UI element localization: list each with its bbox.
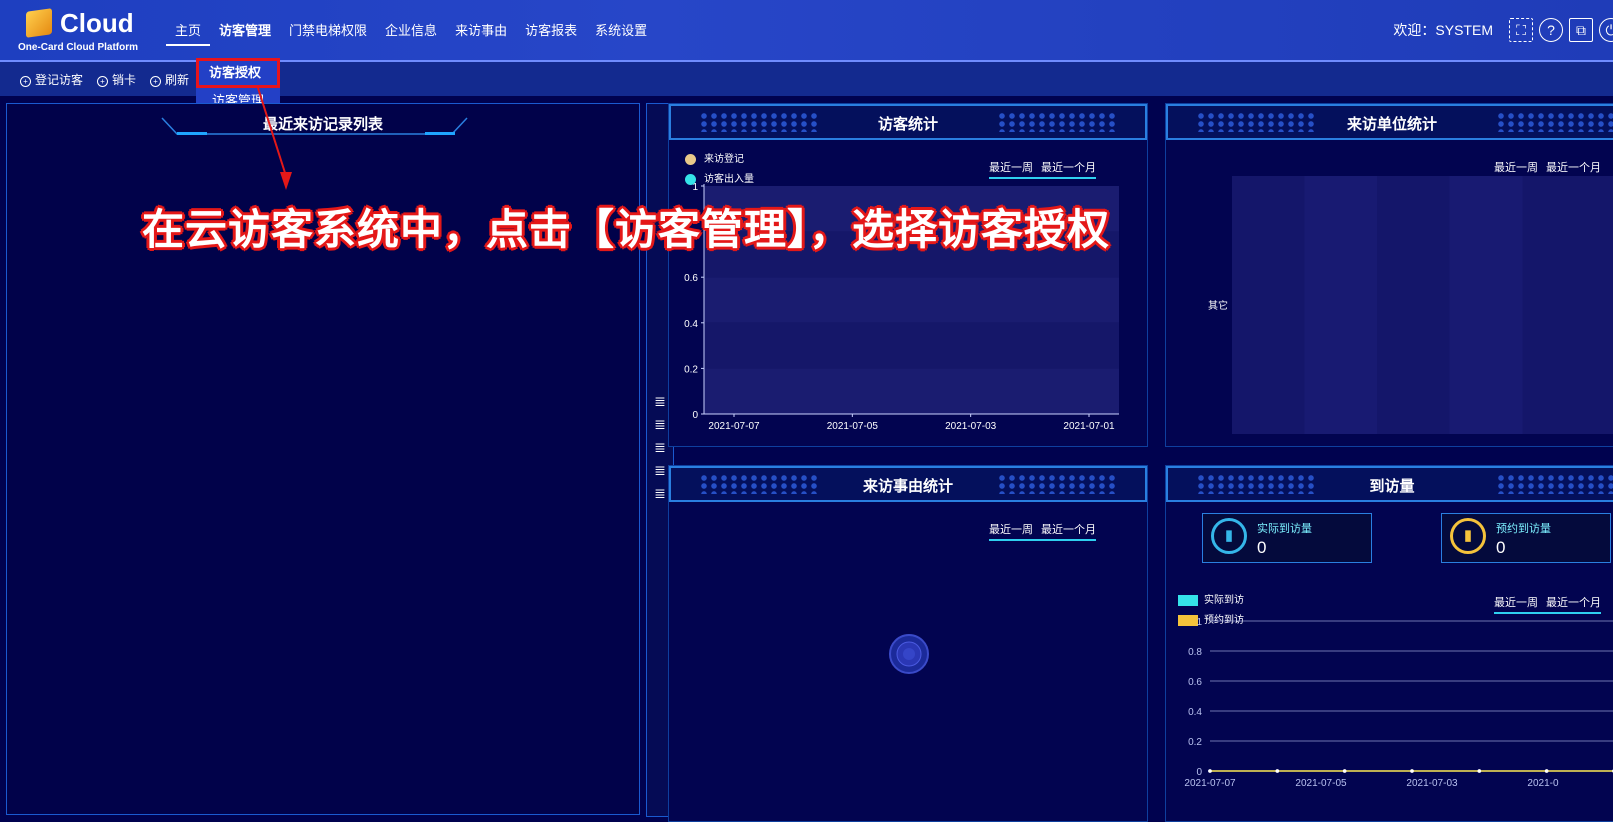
x-tick-label: 2021-07-05 <box>827 421 879 432</box>
cancel-card-label: 销卡 <box>112 73 137 87</box>
series-point <box>1342 769 1347 773</box>
arrival-chart: 0 0.2 0.4 0.6 0.8 1 2021-07-07 2021-07-05 2021-0… <box>1184 617 1613 789</box>
help-icon[interactable]: ? <box>1539 18 1563 42</box>
y-tick-label: 0.8 <box>1188 647 1202 658</box>
menu-lines-icon[interactable]: ≣ <box>651 463 669 477</box>
menu-lines-icon[interactable]: ≣ <box>651 486 669 500</box>
y-tick-label: 0.4 <box>684 319 698 330</box>
plus-circle-icon: + <box>150 76 161 87</box>
nav-system-settings[interactable]: 系统设置 <box>586 22 656 46</box>
top-right: 欢迎：SYSTEM ⛶ ? ⧉ ⏻ <box>1393 18 1613 42</box>
visitor-stats-chart: 0 0.2 0.4 0.6 1 2021-07-07 2021-07-05 2021-07-0… <box>684 182 1119 432</box>
y-tick-label: 0 <box>692 410 698 421</box>
unit-stats-card: 来访单位统计 最近一周 最近一个月 其它 <box>1165 103 1613 447</box>
logo[interactable]: Cloud One-Card Cloud Platform <box>18 8 152 56</box>
welcome-text: 欢迎：SYSTEM <box>1393 22 1493 38</box>
menu-lines-icon[interactable]: ≣ <box>651 417 669 431</box>
x-tick-label: 2021-07-03 <box>945 421 997 432</box>
series-point <box>1208 769 1212 773</box>
y-tick-label: 0.4 <box>1188 707 1202 718</box>
x-tick-label: 2021-07-05 <box>1295 778 1347 789</box>
refresh-button[interactable]: + 刷新 <box>150 71 189 88</box>
plus-circle-icon: + <box>20 76 31 87</box>
x-tick-label: 2021-07-07 <box>1184 778 1236 789</box>
menu-lines-icon[interactable]: ≣ <box>651 394 669 408</box>
y-tick-label: 1 <box>1196 617 1202 628</box>
reason-empty-pie <box>889 634 929 674</box>
y-tick-label: 0 <box>1196 767 1202 778</box>
reason-stats-card: 来访事由统计 最近一周 最近一个月 <box>668 465 1148 822</box>
x-tick-label: 2021-07-01 <box>1063 421 1115 432</box>
series-point <box>1477 769 1482 773</box>
chart-band <box>704 368 1119 414</box>
period-week[interactable]: 最近一周 <box>1494 162 1538 174</box>
arrival-card: 到访量 ▮ 实际到访量 0 ▮ 预约到访量 0 实际到访 预约到访 最近一周 最近… <box>1165 465 1613 822</box>
menu-visitor-authorize[interactable]: 访客授权 <box>196 58 280 88</box>
chart-band <box>704 277 1119 323</box>
x-tick-label: 2021-0 <box>1527 778 1559 789</box>
nav-company-info[interactable]: 企业信息 <box>376 22 446 46</box>
recent-visits-title: 最近来访记录列表 <box>262 116 383 133</box>
register-visitor-button[interactable]: + 登记访客 <box>20 71 83 88</box>
series-point <box>1275 769 1280 773</box>
series-point <box>1544 769 1549 773</box>
visitor-stats-card: 访客统计 来访登记 访客出入量 最近一周 最近一个月 0 0.2 0.4 0.6 1 202… <box>668 103 1148 447</box>
unit-chart-area <box>1232 176 1613 434</box>
plus-circle-icon: + <box>97 76 108 87</box>
nav-home[interactable]: 主页 <box>166 22 211 46</box>
menu-lines-icon[interactable]: ≣ <box>651 440 669 454</box>
refresh-label: 刷新 <box>165 73 190 87</box>
x-tick-label: 2021-07-03 <box>1406 778 1458 789</box>
unit-stats-title: 来访单位统计 <box>1346 116 1437 133</box>
y-tick-label: 0.6 <box>684 273 698 284</box>
unit-category-label: 其它 <box>1208 301 1228 312</box>
fullscreen-icon[interactable]: ⛶ <box>1509 18 1533 42</box>
card-header: 来访单位统计 <box>1166 104 1613 140</box>
user-icon[interactable]: ⏻ <box>1599 18 1613 42</box>
top-bar: Cloud One-Card Cloud Platform 主页 访客管理 门禁… <box>0 0 1613 62</box>
logo-box-icon <box>26 8 52 38</box>
language-icon[interactable]: ⧉ <box>1569 18 1593 42</box>
logo-text: Cloud <box>60 8 134 38</box>
y-tick-label: 0.2 <box>684 364 698 375</box>
register-label: 登记访客 <box>35 73 84 87</box>
main-nav: 主页 访客管理 门禁电梯权限 企业信息 来访事由 访客报表 系统设置 <box>166 22 656 46</box>
period-month[interactable]: 最近一个月 <box>1546 162 1601 174</box>
logo-subtitle: One-Card Cloud Platform <box>18 42 139 53</box>
x-tick-label: 2021-07-07 <box>708 421 760 432</box>
nav-visitor-management[interactable]: 访客管理 <box>210 22 280 46</box>
y-tick-label: 0.2 <box>1188 737 1202 748</box>
series-point <box>1410 769 1414 773</box>
y-tick-label: 0.6 <box>1188 677 1202 688</box>
nav-visit-reason[interactable]: 来访事由 <box>446 22 516 46</box>
y-tick-label: 1 <box>692 182 698 193</box>
nav-visitor-report[interactable]: 访客报表 <box>516 22 586 46</box>
tutorial-annotation: 在云访客系统中，点击【访客管理】，选择访客授权 <box>142 206 1111 253</box>
nav-access-elevator[interactable]: 门禁电梯权限 <box>280 22 376 46</box>
chart-band <box>704 322 1119 369</box>
cancel-card-button[interactable]: + 销卡 <box>97 71 136 88</box>
period-switch: 最近一周 最近一个月 <box>1494 159 1601 179</box>
